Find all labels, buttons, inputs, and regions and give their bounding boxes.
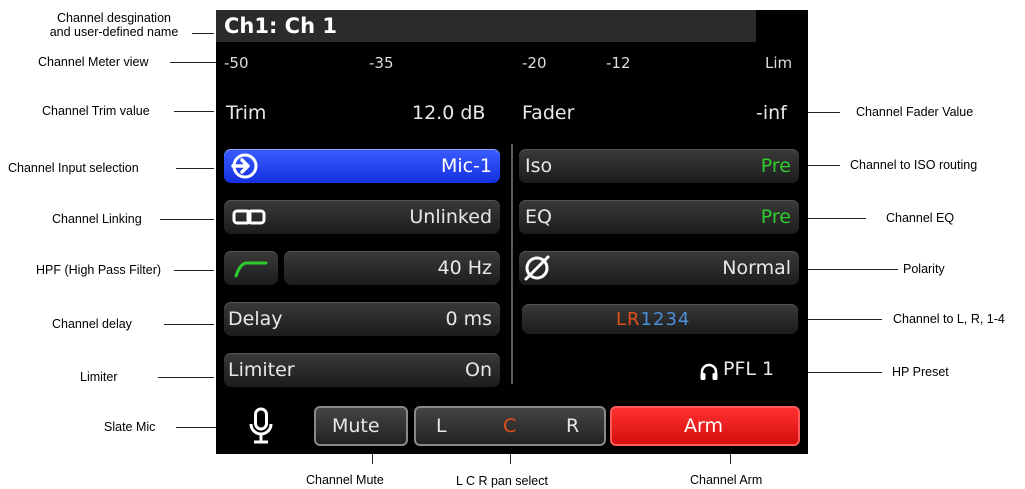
leader-line [164, 324, 214, 325]
headphones-icon [699, 362, 719, 386]
meter-tick: -20 [522, 54, 547, 72]
annotation-polarity: Polarity [903, 262, 945, 276]
linking-value: Unlinked [409, 206, 492, 228]
routing-text: LR1234 [616, 309, 690, 330]
annotation-mute: Channel Mute [306, 473, 384, 487]
annotation-delay: Channel delay [52, 317, 132, 331]
eq-button[interactable]: EQ Pre [519, 200, 799, 234]
leader-line [158, 377, 214, 378]
leader-line [174, 111, 214, 112]
annotation-iso-routing: Channel to ISO routing [850, 158, 978, 172]
pan-right[interactable]: R [566, 415, 579, 437]
mute-label: Mute [332, 415, 380, 437]
annotation-meter-view: Channel Meter view [38, 55, 149, 69]
eq-label: EQ [525, 206, 552, 228]
leader-line [160, 219, 214, 220]
iso-label: Iso [525, 155, 553, 177]
annotation-trim-value: Channel Trim value [42, 104, 150, 118]
meter-tick: -50 [224, 54, 249, 72]
meter-tick: Lim [765, 54, 793, 72]
leader-line [800, 269, 898, 270]
annotation-limiter: Limiter [80, 370, 118, 384]
trim-label: Trim [226, 102, 267, 124]
microphone-icon[interactable] [248, 407, 274, 449]
meter-tick: -12 [606, 54, 631, 72]
channel-title[interactable]: Ch1: Ch 1 [224, 14, 337, 38]
polarity-button[interactable]: Normal [519, 251, 799, 285]
leader-line [800, 319, 882, 320]
channel-screen: Ch1: Ch 1 -50 -35 -20 -12 Lim Trim 12.0 … [216, 10, 808, 454]
eq-value: Pre [760, 206, 791, 228]
leader-line [800, 372, 882, 373]
leader-line [192, 33, 214, 34]
leader-line [174, 270, 214, 271]
annotation-eq: Channel EQ [886, 211, 955, 225]
routing-numbers: 1234 [640, 309, 691, 330]
annotation-input-selection: Channel Input selection [8, 161, 139, 175]
annotation-slate-mic: Slate Mic [104, 420, 156, 434]
fader-label: Fader [522, 102, 575, 124]
hp-preset[interactable]: PFL 1 [699, 358, 799, 386]
limiter-button[interactable]: Limiter On [224, 353, 500, 387]
fader-value[interactable]: -inf [756, 102, 787, 124]
annotation-hp-preset: HP Preset [892, 365, 949, 379]
input-arrow-icon [230, 153, 260, 183]
hpf-frequency-button[interactable]: 40 Hz [284, 251, 500, 285]
hpf-value: 40 Hz [437, 257, 492, 279]
pan-left[interactable]: L [436, 415, 447, 437]
annotation-arm: Channel Arm [690, 473, 763, 487]
trim-value[interactable]: 12.0 dB [412, 102, 485, 124]
pan-center[interactable]: C [503, 415, 516, 437]
pan-select[interactable]: L C R [414, 406, 606, 446]
mute-button[interactable]: Mute [314, 406, 408, 446]
annotation-hpf: HPF (High Pass Filter) [36, 263, 162, 277]
routing-button[interactable]: LR1234 [522, 304, 798, 334]
annotation-lr-routing: Channel to L, R, 1-4 [893, 312, 1005, 326]
input-select-button[interactable]: Mic-1 [224, 149, 500, 183]
polarity-value: Normal [722, 257, 791, 279]
limiter-label: Limiter [228, 359, 295, 381]
arm-button[interactable]: Arm [610, 406, 800, 446]
hpf-curve-icon [234, 260, 268, 282]
input-value: Mic-1 [440, 155, 492, 177]
annotation-linking: Channel Linking [52, 212, 142, 226]
polarity-icon [523, 254, 551, 286]
link-icon [232, 208, 266, 230]
leader-line [176, 168, 214, 169]
linking-button[interactable]: Unlinked [224, 200, 500, 234]
delay-button[interactable]: Delay 0 ms [224, 302, 500, 336]
meter-tick: -35 [369, 54, 394, 72]
iso-value: Pre [760, 155, 791, 177]
hpf-toggle-button[interactable] [224, 251, 278, 285]
annotation-channel-designation: Channel desgination and user-defined nam… [49, 11, 179, 39]
iso-button[interactable]: Iso Pre [519, 149, 799, 183]
leader-line [800, 218, 866, 219]
hp-preset-value: PFL 1 [723, 358, 775, 380]
limiter-value: On [465, 359, 492, 381]
delay-value: 0 ms [445, 308, 492, 330]
annotation-lcr: L C R pan select [456, 474, 548, 488]
delay-label: Delay [228, 308, 283, 330]
annotation-fader-value: Channel Fader Value [856, 105, 974, 119]
arm-label: Arm [684, 415, 723, 437]
routing-lr: LR [616, 309, 641, 330]
column-divider [511, 144, 513, 384]
